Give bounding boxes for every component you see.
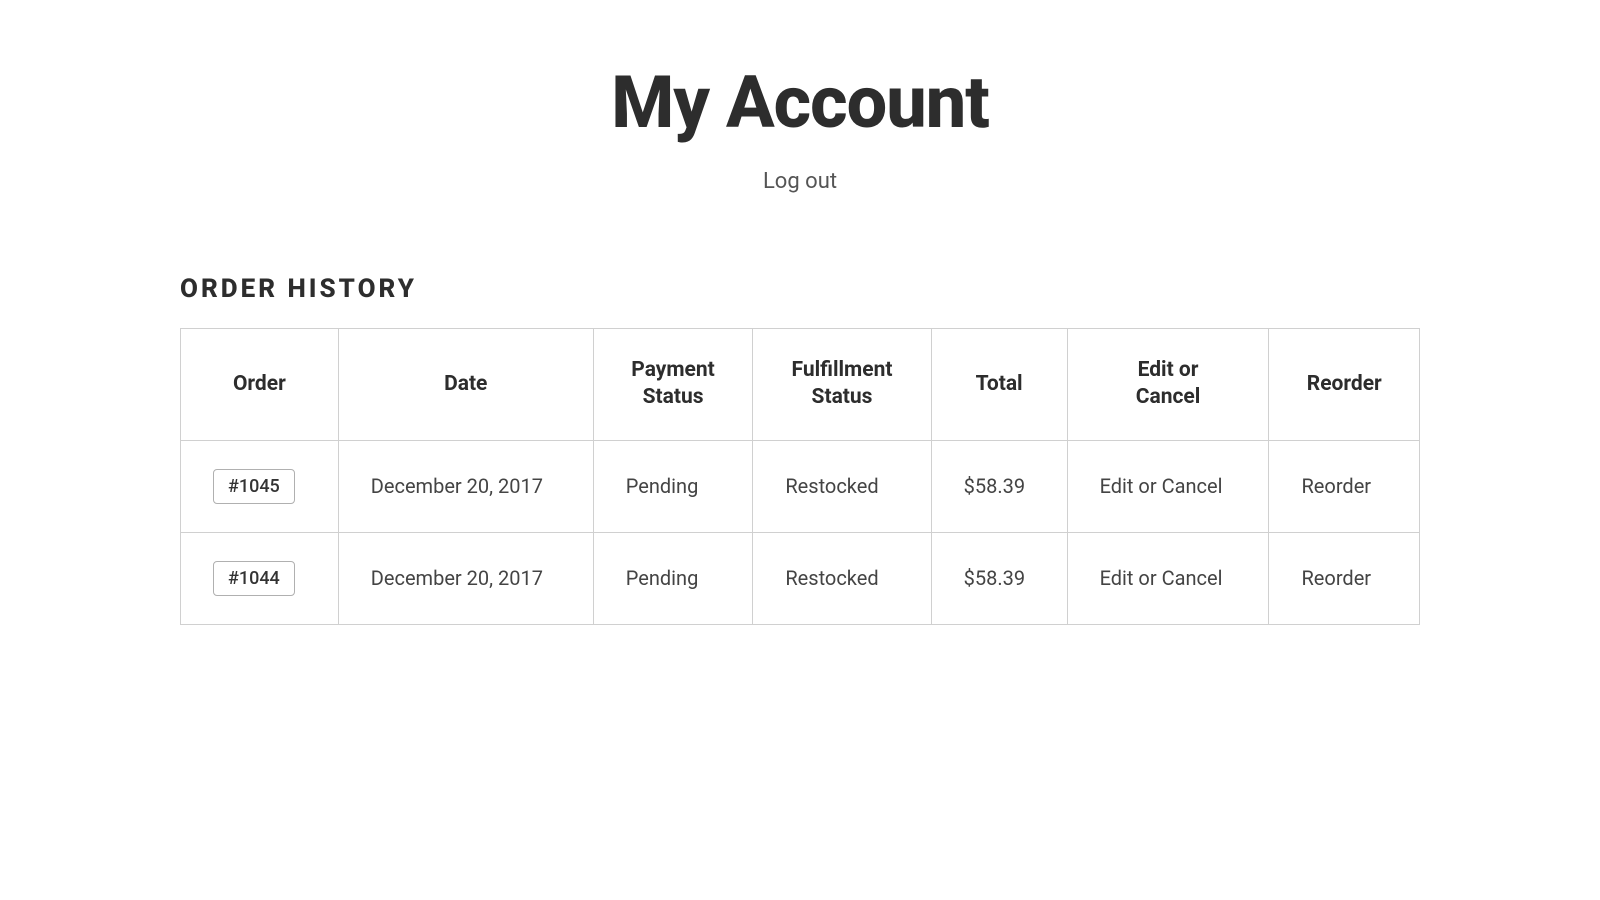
col-header-payment-status: PaymentStatus: [593, 329, 753, 441]
cell-date-1: December 20, 2017: [338, 532, 593, 624]
cell-date-0: December 20, 2017: [338, 440, 593, 532]
edit-cancel-link-1[interactable]: Edit or Cancel: [1100, 566, 1223, 590]
cell-order-id-1: #1044: [181, 532, 339, 624]
cell-edit-cancel-0: Edit or Cancel: [1067, 440, 1269, 532]
cell-fulfillment-status-0: Restocked: [753, 440, 931, 532]
col-header-total: Total: [931, 329, 1067, 441]
table-header-row: Order Date PaymentStatus FulfillmentStat…: [181, 329, 1420, 441]
table-row: #1045 December 20, 2017 Pending Restocke…: [181, 440, 1420, 532]
col-header-fulfillment-status: FulfillmentStatus: [753, 329, 931, 441]
order-badge-1[interactable]: #1044: [213, 561, 295, 596]
cell-fulfillment-status-1: Restocked: [753, 532, 931, 624]
reorder-link-0[interactable]: Reorder: [1301, 474, 1371, 498]
cell-payment-status-0: Pending: [593, 440, 753, 532]
logout-link[interactable]: Log out: [180, 169, 1420, 194]
edit-cancel-link-0[interactable]: Edit or Cancel: [1100, 474, 1223, 498]
page-container: My Account Log out ORDER HISTORY Order D…: [100, 0, 1500, 685]
cell-reorder-0: Reorder: [1269, 440, 1420, 532]
table-row: #1044 December 20, 2017 Pending Restocke…: [181, 532, 1420, 624]
col-header-reorder: Reorder: [1269, 329, 1420, 441]
order-history-table: Order Date PaymentStatus FulfillmentStat…: [180, 328, 1420, 625]
col-header-edit-cancel: Edit orCancel: [1067, 329, 1269, 441]
col-header-order: Order: [181, 329, 339, 441]
cell-total-0: $58.39: [931, 440, 1067, 532]
cell-edit-cancel-1: Edit or Cancel: [1067, 532, 1269, 624]
cell-payment-status-1: Pending: [593, 532, 753, 624]
cell-total-1: $58.39: [931, 532, 1067, 624]
page-title: My Account: [180, 60, 1420, 145]
reorder-link-1[interactable]: Reorder: [1301, 566, 1371, 590]
order-history-section-title: ORDER HISTORY: [180, 274, 1420, 304]
col-header-date: Date: [338, 329, 593, 441]
cell-order-id-0: #1045: [181, 440, 339, 532]
order-badge-0[interactable]: #1045: [213, 469, 295, 504]
cell-reorder-1: Reorder: [1269, 532, 1420, 624]
